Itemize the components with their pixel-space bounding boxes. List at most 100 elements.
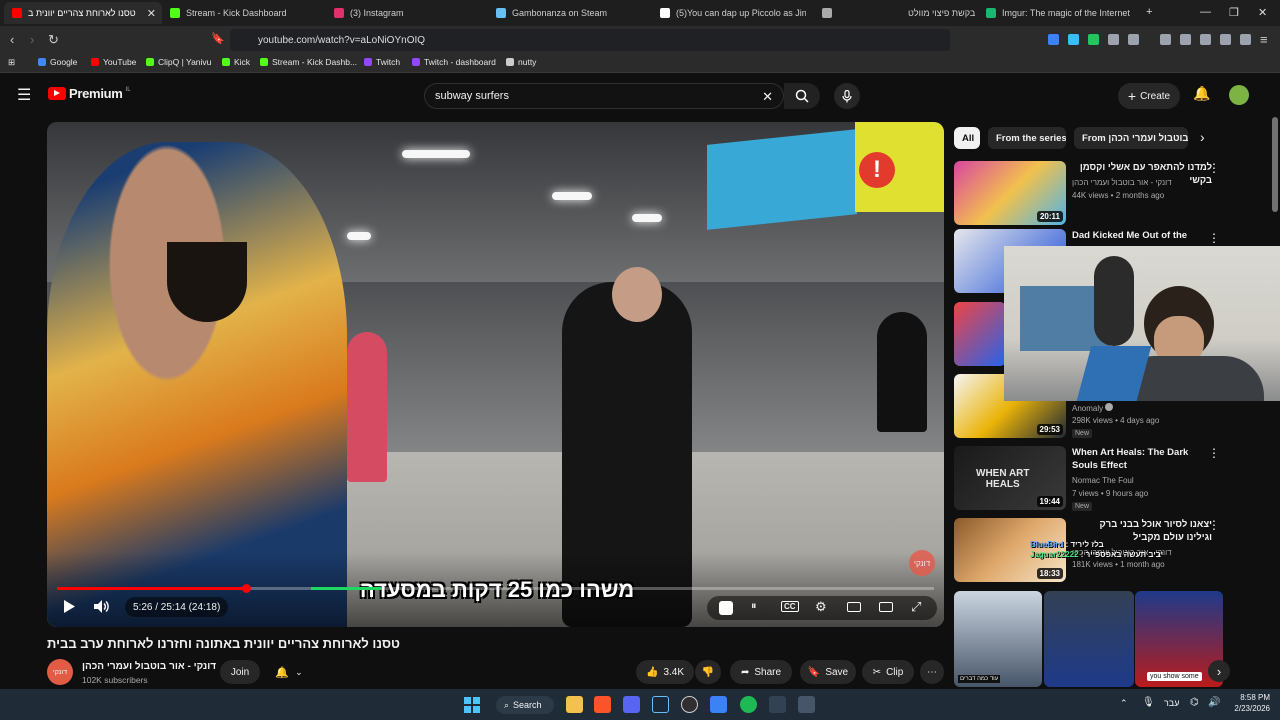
window-close-icon[interactable]: ✕ [1258, 6, 1267, 19]
shelf-next-button[interactable]: › [1208, 660, 1230, 682]
recommendation-title[interactable]: Dad Kicked Me Out of the [1072, 229, 1212, 242]
tab-steam[interactable]: Gambonanza on Steam [496, 2, 656, 24]
more-options-icon[interactable]: ⋮ [1208, 446, 1220, 460]
calculator-icon[interactable] [798, 696, 815, 713]
more-actions-button[interactable]: ⋯ [920, 660, 944, 684]
taskbar-clock[interactable]: 8:58 PM 2/23/2026 [1226, 692, 1270, 714]
search-button[interactable] [784, 83, 820, 109]
file-explorer-icon[interactable] [566, 696, 583, 713]
brave-icon[interactable] [594, 696, 611, 713]
chip-from-the-series[interactable]: From the series [988, 127, 1066, 149]
search-input[interactable]: subway surfers ✕ [424, 83, 784, 109]
save-button[interactable]: 🔖 Save [800, 660, 856, 684]
share-button[interactable]: ➦ Share [730, 660, 792, 684]
recommendation-channel[interactable]: Anomaly [1072, 403, 1114, 413]
channel-avatar[interactable]: דונקי [47, 659, 73, 685]
recommendation-item[interactable]: WHEN ART HEALS 19:44 When Art Heals: The … [954, 446, 1224, 511]
notifications-bell-icon[interactable]: 🔔 [1193, 85, 1210, 102]
recommendation-channel[interactable]: דונקי - אור בוטבול ועמרי הכהן [1072, 178, 1172, 187]
tab-kick-dashboard[interactable]: Stream - Kick Dashboard [170, 2, 330, 24]
tab-youtube-video[interactable]: טסנו לארוחת צהריים יוונית ב ✕ [4, 2, 162, 24]
media-icon[interactable] [769, 696, 786, 713]
language-indicator[interactable]: עבר [1164, 698, 1179, 708]
clear-search-icon[interactable]: ✕ [762, 89, 773, 105]
microphone-icon[interactable]: 🎙 [1142, 697, 1155, 708]
network-icon[interactable]: ⌬ [1190, 697, 1199, 708]
bookmark-nutty[interactable]: nutty [506, 57, 536, 67]
hamburger-menu-icon[interactable]: ☰ [17, 85, 31, 105]
discord-icon[interactable] [623, 696, 640, 713]
reload-icon[interactable]: ↻ [48, 32, 59, 48]
maximize-icon[interactable]: ❐ [1229, 6, 1239, 19]
bookmark-icon[interactable]: 🔖 [211, 32, 225, 45]
chevron-up-icon[interactable]: ⌃ [1120, 698, 1128, 709]
new-tab-icon[interactable]: + [1146, 6, 1152, 18]
bookmark-kick-dashboard[interactable]: Stream - Kick Dashb... [260, 57, 357, 67]
spotify-icon[interactable] [740, 696, 757, 713]
wallet-icon[interactable] [1200, 34, 1211, 45]
video-player[interactable]: ! משהו כמו 25 דקות במסעדה דונקי 5:26 / 2… [47, 122, 944, 627]
more-options-icon[interactable]: ⋮ [1208, 518, 1220, 532]
extension-icon[interactable] [1128, 34, 1139, 45]
media-icon[interactable] [1160, 34, 1171, 45]
forward-icon[interactable]: › [30, 32, 34, 47]
extension-icon[interactable] [1048, 34, 1059, 45]
bookmark-twitch-dashboard[interactable]: Twitch - dashboard [412, 57, 496, 67]
page-scrollbar[interactable] [1272, 117, 1278, 212]
extension-icon[interactable] [1088, 34, 1099, 45]
channel-name[interactable]: דונקי - אור בוטבול ועמרי הכהן [82, 661, 216, 672]
voice-search-button[interactable] [834, 83, 860, 109]
chevron-right-icon[interactable]: › [1200, 129, 1205, 145]
obs-icon[interactable] [681, 696, 698, 713]
channel-watermark[interactable]: דונקי [909, 550, 935, 576]
recommendation-channel[interactable]: Normac The Foul [1072, 476, 1134, 485]
miniplayer-icon[interactable] [847, 602, 861, 612]
extensions-puzzle-icon[interactable] [1108, 34, 1119, 45]
tab-instagram[interactable]: (3) Instagram [334, 2, 494, 24]
back-icon[interactable]: ‹ [10, 32, 14, 47]
steam-icon[interactable] [652, 696, 669, 713]
extension-icon[interactable] [1068, 34, 1079, 45]
app-icon[interactable] [710, 696, 727, 713]
progress-scrubber-handle[interactable] [241, 584, 251, 593]
tab-tiktok[interactable]: (5)You can dap up Piccolo as Jinwoo [660, 2, 806, 24]
apps-icon[interactable]: ⊞ [8, 57, 15, 68]
video-thumbnail[interactable]: 20:11 [954, 161, 1066, 225]
minimize-icon[interactable]: — [1200, 6, 1211, 18]
subscription-bell-button[interactable]: 🔔 ⌄ [268, 660, 310, 684]
more-options-icon[interactable]: ⋮ [1208, 161, 1220, 175]
bookmark-twitch[interactable]: Twitch [364, 57, 400, 67]
tab-imgur[interactable]: Imgur: The magic of the Internet [986, 2, 1136, 24]
video-thumbnail[interactable] [954, 302, 1006, 366]
create-button[interactable]: + Create [1118, 83, 1180, 109]
subtitles-icon[interactable]: CC [781, 601, 799, 612]
more-options-icon[interactable]: ⋮ [1208, 231, 1220, 245]
clip-button[interactable]: ✂ Clip [862, 660, 914, 684]
dislike-button[interactable]: 👎 [695, 660, 721, 684]
cast-icon[interactable] [879, 602, 893, 612]
settings-gear-icon[interactable]: ⚙ [815, 599, 827, 615]
url-field[interactable]: youtube.com/watch?v=aLoNiOYnOIQ [230, 29, 950, 51]
like-button[interactable]: 👍 3.4K [636, 660, 694, 684]
chip-all[interactable]: All [954, 127, 980, 149]
volume-button[interactable] [93, 598, 111, 614]
bookmark-clipq[interactable]: ClipQ | Yanivu [146, 57, 211, 67]
pause-icon[interactable]: ⏸ [751, 600, 757, 613]
progress-bar[interactable] [57, 584, 934, 593]
menu-icon[interactable]: ≡ [1260, 32, 1268, 47]
youtube-premium-logo[interactable]: Premium IL [48, 86, 131, 101]
join-button[interactable]: Join [220, 660, 260, 684]
tab-wolt[interactable]: בקשת פיצוי מוולט [822, 2, 982, 24]
bookmark-google[interactable]: Google [38, 57, 77, 67]
ai-icon[interactable] [1220, 34, 1231, 45]
bookmark-youtube[interactable]: YouTube [91, 57, 136, 67]
short-thumbnail[interactable] [1044, 591, 1134, 687]
taskbar-search[interactable]: ⌕ Search [496, 696, 554, 714]
fullscreen-icon[interactable]: ⤢ [911, 599, 921, 615]
bookmark-kick[interactable]: Kick [222, 57, 250, 67]
close-icon[interactable]: ✕ [147, 7, 156, 20]
shield-icon[interactable] [1240, 34, 1251, 45]
play-button[interactable] [61, 598, 77, 614]
video-thumbnail[interactable]: WHEN ART HEALS 19:44 [954, 446, 1066, 510]
recommendation-item[interactable]: 20:11 למדנו להתאפר עם אשלי וקסמן בקשי דו… [954, 161, 1224, 225]
